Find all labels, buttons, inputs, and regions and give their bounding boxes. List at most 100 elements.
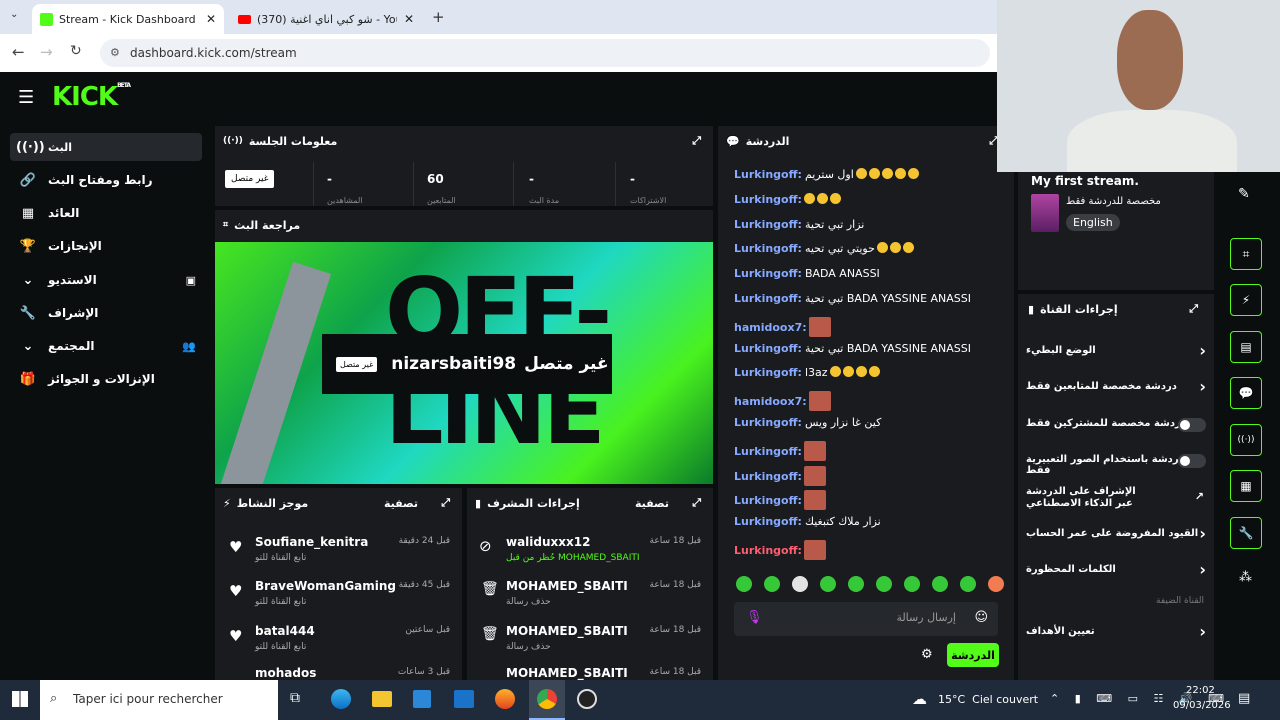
emote-icon[interactable] bbox=[736, 576, 752, 592]
emote-icon[interactable] bbox=[932, 576, 948, 592]
chat-settings-icon[interactable]: ⚙ bbox=[921, 647, 933, 662]
sidebar-item-achievements[interactable]: 🏆 الإنجازات bbox=[10, 232, 202, 260]
chat-username[interactable]: Lurkingoff: bbox=[734, 242, 802, 255]
broadcast-icon[interactable]: ((·)) bbox=[1230, 424, 1262, 456]
chat-username[interactable]: Lurkingoff: bbox=[734, 416, 802, 429]
back-icon[interactable]: ← bbox=[12, 43, 25, 61]
chat-message: Lurkingoff: اول ستريم bbox=[734, 168, 919, 181]
sidebar-item-moderation[interactable]: 🔧 الإشراف bbox=[10, 299, 202, 327]
windows-start-icon[interactable] bbox=[12, 691, 28, 707]
sidebar-item-revenue[interactable]: ▦ العائد bbox=[10, 199, 202, 227]
emote-icon[interactable] bbox=[988, 576, 1004, 592]
chat-username[interactable]: Lurkingoff: bbox=[734, 366, 802, 379]
emote-icon[interactable] bbox=[764, 576, 780, 592]
activity-user[interactable]: mohados bbox=[255, 666, 316, 680]
sidebar-item-stream[interactable]: ((·)) البث bbox=[10, 133, 202, 161]
weather-text[interactable]: 15°C Ciel couvert bbox=[938, 693, 1038, 706]
activity-user[interactable]: BraveWomanGaming bbox=[255, 579, 396, 593]
sidebar-item-studio[interactable]: ⌄ الاستديو ▣ bbox=[10, 266, 202, 294]
emoji-icon[interactable]: ☺ bbox=[974, 610, 988, 625]
chat-input[interactable]: 🎙 إرسال رسالة ☺ bbox=[734, 602, 998, 636]
mod-target[interactable]: MOHAMED_SBAITI bbox=[506, 579, 628, 593]
emote-icon[interactable] bbox=[792, 576, 808, 592]
close-tab-icon[interactable]: ✕ bbox=[206, 12, 216, 26]
edge-icon[interactable] bbox=[331, 689, 351, 709]
tab-kick-dashboard[interactable]: Stream - Kick Dashboard ✕ bbox=[32, 4, 224, 34]
filter-button[interactable]: تصفية bbox=[384, 497, 418, 510]
activity-user[interactable]: batal444 bbox=[255, 624, 315, 638]
notifications-icon[interactable]: ▤ bbox=[1238, 691, 1250, 706]
ai-moderation-item[interactable]: الإشراف على الدردشة عبر الذكاء الاصطناعي… bbox=[1018, 484, 1214, 520]
firefox-icon[interactable] bbox=[495, 689, 515, 709]
mail-icon[interactable] bbox=[454, 690, 474, 708]
emote-only-toggle[interactable] bbox=[1178, 454, 1206, 468]
filter-button[interactable]: تصفية bbox=[635, 497, 669, 510]
mod-target[interactable]: waliduxxx12 bbox=[506, 535, 590, 549]
chat-username[interactable]: Lurkingoff: bbox=[734, 445, 802, 458]
site-info-icon[interactable]: ⚙ bbox=[110, 39, 120, 67]
expand-icon[interactable]: ⤢ bbox=[692, 496, 701, 510]
menu-icon[interactable]: ☰ bbox=[18, 87, 34, 108]
mod-target[interactable]: MOHAMED_SBAITI bbox=[506, 624, 628, 638]
chat-username[interactable]: hamidoox7: bbox=[734, 395, 807, 408]
community-icon[interactable]: ⁂ bbox=[1239, 570, 1252, 585]
followers-only-item[interactable]: دردشة مخصصة للمتابعين فقط › bbox=[1018, 373, 1214, 403]
activity-user[interactable]: Soufiane_kenitra bbox=[255, 535, 368, 549]
emote-icon[interactable] bbox=[876, 576, 892, 592]
clock-time[interactable]: 22:02 bbox=[1186, 685, 1215, 696]
set-goals-item[interactable]: تعيين الأهداف › bbox=[1018, 618, 1214, 648]
file-explorer-icon[interactable] bbox=[372, 691, 392, 707]
lightning-icon[interactable]: ⚡ bbox=[1230, 284, 1262, 316]
mod-target[interactable]: MOHAMED_SBAITI bbox=[506, 666, 628, 680]
emote-icon[interactable] bbox=[848, 576, 864, 592]
tab-list-dropdown-icon[interactable]: ⌄ bbox=[10, 9, 18, 20]
sidebar-item-stream-key[interactable]: 🔗 رابط ومفتاح البث bbox=[10, 166, 202, 194]
close-tab-icon[interactable]: ✕ bbox=[404, 12, 414, 26]
microphone-icon[interactable]: 🎙 bbox=[746, 610, 763, 625]
chat-username[interactable]: Lurkingoff: bbox=[734, 494, 802, 507]
emote-icon[interactable] bbox=[904, 576, 920, 592]
chat-message: Lurkingoff: حويتي تبي تحيه bbox=[734, 242, 914, 255]
new-tab-icon[interactable]: + bbox=[432, 8, 445, 26]
expand-icon[interactable]: ⤢ bbox=[692, 134, 701, 148]
expand-icon[interactable]: ⤢ bbox=[441, 496, 450, 510]
sidebar-item-community[interactable]: ⌄ المجتمع 👥 bbox=[10, 332, 202, 360]
url-field[interactable]: ⚙ dashboard.kick.com/stream bbox=[100, 39, 990, 67]
forward-icon[interactable]: → bbox=[40, 43, 53, 61]
account-age-item[interactable]: القيود المفروضة على عمر الحساب › bbox=[1018, 520, 1214, 550]
chat-username[interactable]: Lurkingoff: bbox=[734, 168, 802, 181]
chat-username[interactable]: Lurkingoff: bbox=[734, 515, 802, 528]
kick-logo[interactable]: KICKBETA bbox=[52, 82, 131, 112]
layout-icon[interactable]: ▦ bbox=[1230, 470, 1262, 502]
obs-icon[interactable] bbox=[577, 689, 597, 709]
edit-icon[interactable]: ✎ bbox=[1238, 186, 1250, 202]
emote-icon[interactable] bbox=[960, 576, 976, 592]
subscribers-only-toggle[interactable] bbox=[1178, 418, 1206, 432]
activity-title: موجز النشاط bbox=[236, 496, 309, 510]
taskbar-search-input[interactable]: ⌕ Taper ici pour rechercher bbox=[40, 680, 278, 720]
chat-username[interactable]: Lurkingoff: bbox=[734, 544, 802, 557]
chat-username[interactable]: Lurkingoff: bbox=[734, 218, 802, 231]
store-icon[interactable] bbox=[413, 690, 431, 708]
chat-username[interactable]: Lurkingoff: bbox=[734, 342, 802, 355]
chat-username[interactable]: Lurkingoff: bbox=[734, 267, 802, 280]
chat-username[interactable]: Lurkingoff: bbox=[734, 193, 802, 206]
tab-youtube[interactable]: (370) ‏شو كبي اناي اغنية‎ - YouTube ✕ bbox=[230, 4, 422, 34]
screen-icon[interactable]: ⌗ bbox=[1230, 238, 1262, 270]
emote-icon[interactable] bbox=[820, 576, 836, 592]
expand-icon[interactable]: ⤢ bbox=[1189, 302, 1198, 316]
reload-icon[interactable]: ↻ bbox=[70, 43, 82, 59]
chat-username[interactable]: hamidoox7: bbox=[734, 321, 807, 334]
sidebar-item-drops[interactable]: 🎁 الإنزالات و الجوائز bbox=[10, 365, 202, 393]
clock-date[interactable]: 09/03/2026 bbox=[1173, 700, 1231, 711]
task-view-icon[interactable]: ⧉ bbox=[290, 690, 300, 706]
banned-words-item[interactable]: الكلمات المحظورة › bbox=[1018, 556, 1214, 586]
chrome-icon[interactable] bbox=[529, 680, 565, 720]
chat-bubble-icon[interactable]: 💬 bbox=[1230, 377, 1262, 409]
chat-username[interactable]: Lurkingoff: bbox=[734, 292, 802, 305]
chat-username[interactable]: Lurkingoff: bbox=[734, 470, 802, 483]
wrench-icon[interactable]: 🔧 bbox=[1230, 517, 1262, 549]
slow-mode-item[interactable]: الوضع البطيء › bbox=[1018, 337, 1214, 367]
send-chat-button[interactable]: الدردشة bbox=[947, 643, 999, 667]
document-icon[interactable]: ▤ bbox=[1230, 331, 1262, 363]
